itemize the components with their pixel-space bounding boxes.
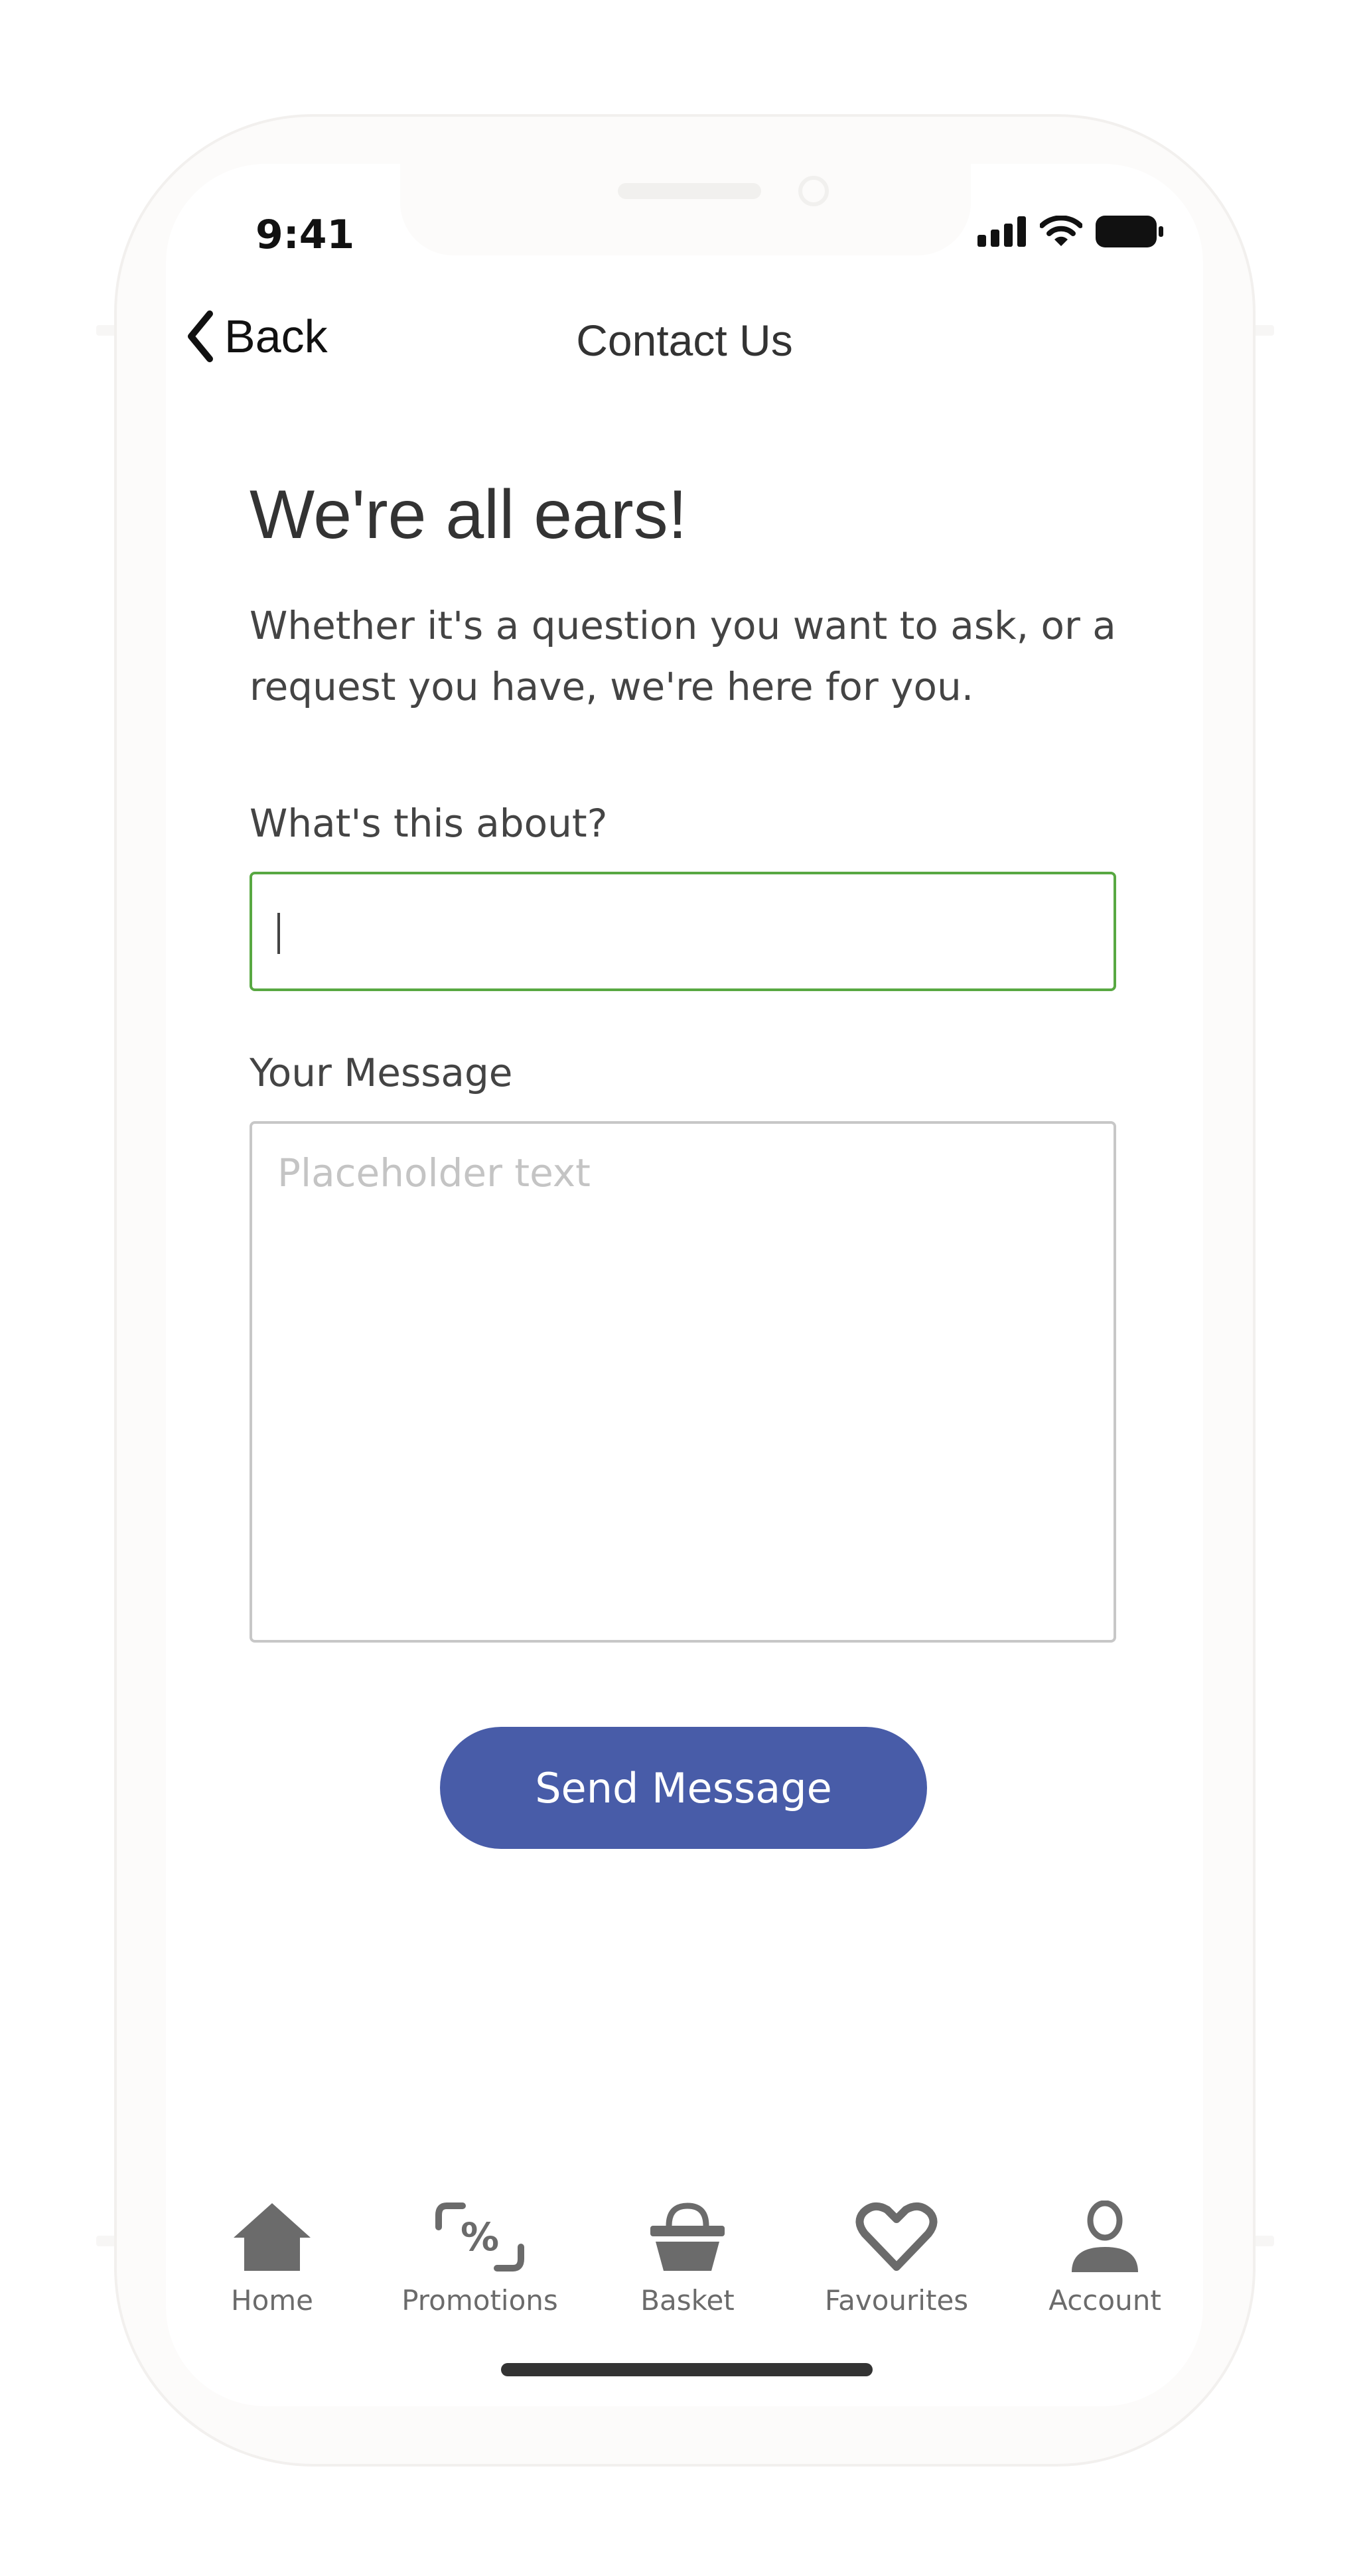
page-title: Contact Us [576, 316, 793, 365]
subject-input[interactable] [250, 872, 1116, 991]
tab-label: Promotions [401, 2284, 558, 2317]
app-screen: 9:41 Back Contact Us We're all ears! Whe… [166, 164, 1203, 2406]
tab-label: Account [1048, 2284, 1161, 2317]
tab-home[interactable]: Home [186, 2201, 358, 2317]
tab-label: Basket [640, 2284, 735, 2317]
tab-label: Home [230, 2284, 314, 2317]
home-icon [234, 2203, 311, 2271]
heart-icon [855, 2202, 938, 2271]
subject-label: What's this about? [250, 801, 608, 846]
tab-promotions[interactable]: % Promotions [394, 2201, 566, 2317]
wifi-icon [1040, 216, 1082, 246]
subtitle: Whether it's a question you want to ask,… [250, 603, 1116, 709]
status-icons [977, 212, 1163, 251]
send-message-button[interactable]: Send Message [440, 1727, 927, 1849]
text-cursor [277, 913, 280, 954]
message-label: Your Message [250, 1050, 513, 1095]
basket-icon [650, 2203, 725, 2271]
tab-favourites[interactable]: Favourites [810, 2201, 983, 2317]
notch [400, 164, 971, 255]
message-placeholder: Placeholder text [277, 1150, 591, 1195]
message-textarea[interactable]: Placeholder text [250, 1121, 1116, 1643]
status-time: 9:41 [255, 212, 355, 258]
svg-text:%: % [461, 2214, 499, 2260]
front-camera [798, 176, 829, 206]
tab-bar: Home % Promotions Basket Favourites Acco… [166, 2201, 1203, 2327]
tab-basket[interactable]: Basket [601, 2201, 774, 2317]
heading: We're all ears! [250, 476, 687, 553]
speaker-grille [618, 183, 761, 199]
battery-icon [1096, 216, 1163, 247]
signal-icon [977, 216, 1026, 247]
tab-label: Favourites [824, 2284, 969, 2317]
user-icon [1072, 2201, 1138, 2272]
percent-icon: % [435, 2203, 524, 2271]
tab-account[interactable]: Account [1019, 2201, 1191, 2317]
home-indicator[interactable] [501, 2363, 873, 2376]
